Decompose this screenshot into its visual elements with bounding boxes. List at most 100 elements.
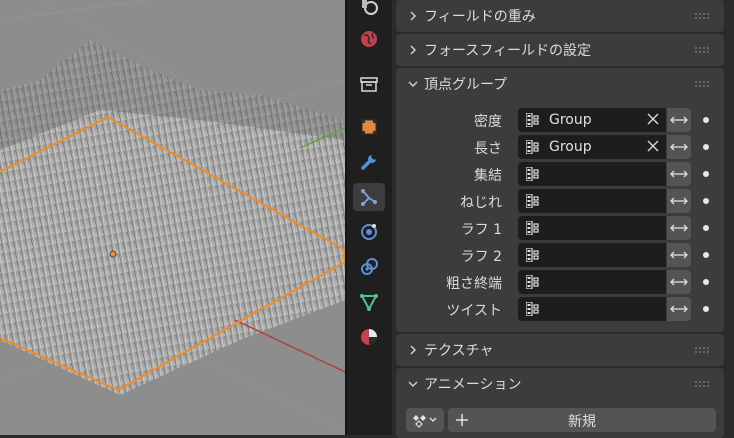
vertex-group-icon (526, 167, 539, 181)
vertex-group-row: 密度 Group (396, 108, 724, 132)
vertex-group-label: ツイスト (446, 303, 502, 319)
drag-grip-icon[interactable] (694, 46, 710, 54)
panel-title: フィールドの重み (424, 9, 536, 25)
invert-arrows-icon (670, 305, 688, 313)
clear-icon[interactable] (646, 139, 660, 153)
clear-icon[interactable] (646, 112, 660, 126)
vertex-group-row: ねじれ (396, 189, 724, 213)
animation-new-row: 新規 (406, 408, 716, 432)
vertex-group-label: ラフ 2 (460, 249, 502, 265)
chevron-right-icon (410, 11, 417, 21)
chevron-down-icon (408, 381, 418, 388)
vertex-group-row: 粗さ終端 (396, 270, 724, 294)
panel-title: アニメーション (424, 377, 522, 393)
vertex-group-icon (526, 140, 539, 154)
panel-textures: テクスチャ (396, 334, 724, 366)
vertex-group-row: ツイスト (396, 297, 724, 321)
vertex-group-label: 粗さ終端 (446, 276, 502, 292)
object-icon (361, 119, 377, 135)
invert-arrows-icon (670, 170, 688, 178)
collection-tab[interactable] (353, 70, 385, 98)
vertex-group-label: ねじれ (460, 195, 502, 211)
modifier-tab[interactable] (353, 148, 385, 176)
new-action-button[interactable]: 新規 (448, 408, 716, 432)
invert-toggle[interactable] (667, 108, 691, 132)
physics-icon (361, 224, 377, 240)
panel-force-field: フォースフィールドの設定 (396, 34, 724, 66)
invert-arrows-icon (670, 224, 688, 232)
invert-toggle[interactable] (667, 270, 691, 294)
panel-vertex-groups: 頂点グループ 密度 Group 長さ Group 集結 ねじれ ラフ 1 ラフ … (396, 68, 724, 332)
constraint-icon (361, 258, 378, 275)
vertex-group-field[interactable] (518, 270, 666, 294)
material-tab[interactable] (353, 323, 385, 351)
keyframe-dot[interactable] (703, 279, 709, 285)
panel-field-weights: フィールドの重み (396, 0, 724, 32)
vertex-group-icon (526, 194, 539, 208)
vertex-group-row: ラフ 2 (396, 243, 724, 267)
vertex-group-field[interactable] (518, 297, 666, 321)
world-icon (361, 31, 377, 47)
panel-header-textures[interactable]: テクスチャ (396, 334, 724, 366)
drag-grip-icon[interactable] (694, 12, 710, 20)
keyframe-dot[interactable] (703, 198, 709, 204)
vertex-group-field[interactable]: Group (518, 135, 666, 159)
editor-divider[interactable] (345, 0, 347, 435)
vertex-group-field[interactable] (518, 162, 666, 186)
chevron-down-icon (408, 81, 418, 88)
material-icon (361, 329, 377, 345)
vertex-group-field[interactable] (518, 216, 666, 240)
vertex-group-field[interactable] (518, 243, 666, 267)
3d-viewport[interactable] (0, 0, 345, 435)
invert-toggle[interactable] (667, 135, 691, 159)
invert-toggle[interactable] (667, 297, 691, 321)
panel-title: テクスチャ (424, 343, 494, 359)
collection-icon (360, 77, 378, 92)
keyframe-dot[interactable] (703, 252, 709, 258)
vertex-group-row: 長さ Group (396, 135, 724, 159)
vertex-group-field[interactable]: Group (518, 108, 666, 132)
vertex-group-value: Group (549, 112, 592, 128)
panel-title: 頂点グループ (424, 77, 508, 93)
physics-tab[interactable] (353, 218, 385, 246)
data-tab[interactable] (353, 288, 385, 316)
invert-toggle[interactable] (667, 162, 691, 186)
keyframe-dot[interactable] (703, 171, 709, 177)
action-browse-dropdown[interactable] (406, 408, 444, 432)
vertex-group-label: 集結 (474, 168, 502, 184)
panel-header-animation[interactable]: アニメーション (396, 368, 724, 400)
new-action-label: 新規 (568, 414, 596, 430)
object-tab[interactable] (353, 113, 385, 141)
invert-arrows-icon (670, 251, 688, 259)
panel-header-vertex-groups[interactable]: 頂点グループ (396, 68, 724, 100)
particles-icon (361, 189, 377, 206)
vertex-group-label: 密度 (474, 114, 502, 130)
keyframe-dot[interactable] (703, 306, 709, 312)
panel-header-force-field[interactable]: フォースフィールドの設定 (396, 34, 724, 66)
drag-grip-icon[interactable] (694, 380, 710, 388)
particles-tab[interactable] (353, 183, 385, 211)
drag-grip-icon[interactable] (694, 346, 710, 354)
keyframe-dot[interactable] (703, 225, 709, 231)
vertex-group-value: Group (549, 139, 592, 155)
drag-grip-icon[interactable] (694, 80, 710, 88)
grass-particles-render (0, 0, 345, 435)
vertex-group-label: ラフ 1 (460, 222, 502, 238)
keyframe-dot[interactable] (703, 144, 709, 150)
tool-tab[interactable] (353, 0, 385, 22)
invert-toggle[interactable] (667, 216, 691, 240)
panel-header-field-weights[interactable]: フィールドの重み (396, 0, 724, 32)
keyframe-dot[interactable] (703, 117, 709, 123)
invert-toggle[interactable] (667, 243, 691, 267)
invert-arrows-icon (670, 278, 688, 286)
vertex-group-row: ラフ 1 (396, 216, 724, 240)
vertex-group-field[interactable] (518, 189, 666, 213)
invert-toggle[interactable] (667, 189, 691, 213)
vertex-group-label: 長さ (474, 141, 502, 157)
chevron-right-icon (410, 345, 417, 355)
constraints-tab[interactable] (353, 253, 385, 281)
world-tab[interactable] (353, 25, 385, 53)
vertex-group-icon (526, 275, 539, 289)
invert-arrows-icon (670, 143, 688, 151)
invert-arrows-icon (670, 116, 688, 124)
